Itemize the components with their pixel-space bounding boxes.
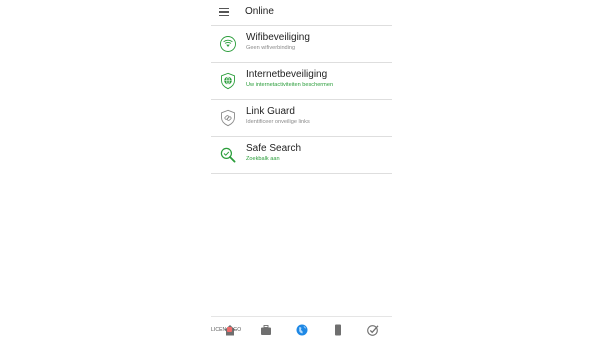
menu-icon[interactable] — [219, 8, 229, 16]
item-title: Wifibeveiliging — [246, 32, 310, 43]
globe-icon[interactable] — [295, 323, 309, 337]
watermark: LICEN GO — [211, 327, 241, 333]
item-subtitle: Uw internetactiviteiten beschermen — [246, 82, 334, 88]
list-item-safe-search[interactable]: Safe Search Zoekbalk aan — [211, 137, 392, 174]
list-item-link-guard[interactable]: Link Guard Identificeer onveilige links — [211, 100, 392, 137]
watermark-text-left: LICEN — [211, 327, 227, 333]
watermark-logo — [227, 327, 233, 333]
briefcase-icon[interactable] — [259, 323, 273, 337]
item-title: Safe Search — [246, 143, 302, 154]
watermark-text-right: GO — [233, 327, 242, 333]
check-circle-icon[interactable] — [366, 323, 380, 337]
search-check-icon — [220, 147, 236, 163]
link-shield-icon — [221, 109, 235, 127]
item-title: Link Guard — [246, 106, 295, 117]
app-screen: Online Wifibeveiliging Geen wifiverbindi… — [211, 0, 392, 340]
item-subtitle: Zoekbalk aan — [246, 156, 280, 162]
globe-shield-icon — [221, 72, 235, 90]
item-subtitle: Identificeer onveilige links — [246, 119, 310, 125]
list-item-wifi-security[interactable]: Wifibeveiliging Geen wifiverbinding — [211, 26, 392, 63]
list-item-internet-security[interactable]: Internetbeveiliging Uw internetactivitei… — [211, 63, 392, 100]
phone-device-icon[interactable] — [331, 323, 345, 337]
page-title: Online — [245, 6, 274, 17]
wifi-shield-icon — [220, 36, 236, 52]
top-bar: Online — [211, 0, 392, 26]
item-title: Internetbeveiliging — [246, 69, 328, 80]
item-subtitle: Geen wifiverbinding — [246, 45, 296, 51]
